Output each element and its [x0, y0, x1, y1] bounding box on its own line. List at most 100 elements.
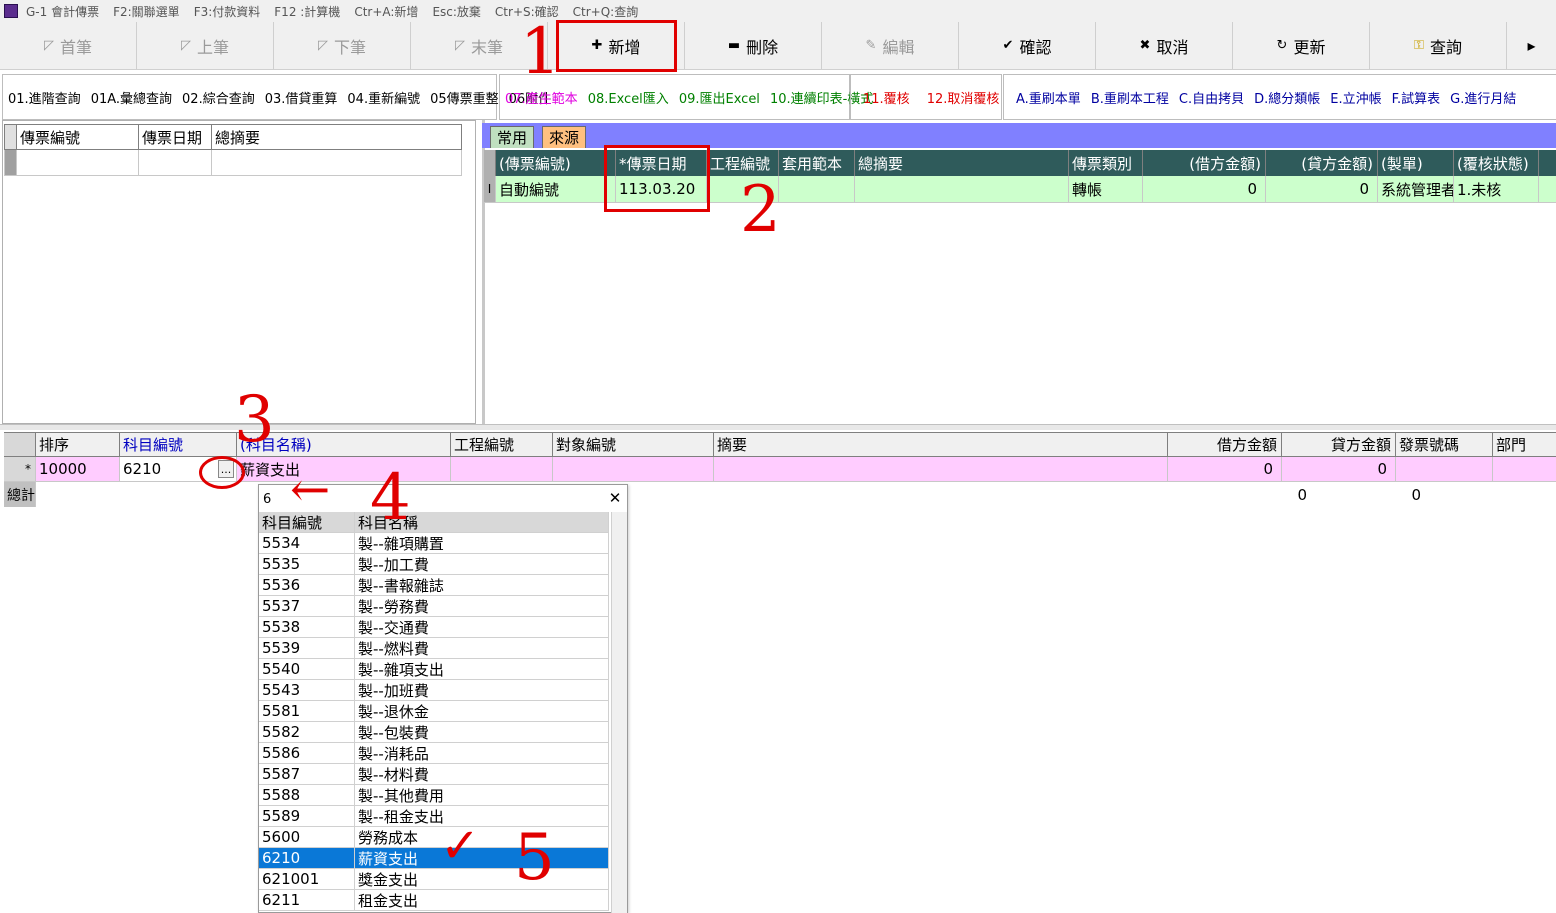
annotation-check: ✓ — [440, 818, 481, 874]
func-renumber[interactable]: 04.重新編號 — [347, 88, 420, 107]
func-month-close[interactable]: G.進行月結 — [1450, 88, 1516, 107]
account-list-item[interactable]: 5543 製--加班費 — [259, 680, 609, 701]
tab-source[interactable]: 來源 — [542, 126, 587, 148]
col-maker-h[interactable]: (製單) — [1378, 150, 1454, 176]
delete-button[interactable]: ▬ 刪除 — [685, 22, 822, 69]
cell-voucher-no[interactable]: 自動編號 — [496, 176, 616, 202]
first-record-button[interactable]: ◸ 首筆 — [0, 22, 137, 69]
annotation-circle-ellipsis — [199, 456, 245, 489]
func-summary-query[interactable]: 01A.彙總查詢 — [91, 88, 172, 107]
cancel-button[interactable]: ✖ 取消 — [1096, 22, 1233, 69]
account-list-item[interactable]: 5586 製--消耗品 — [259, 743, 609, 764]
account-list-item[interactable]: 621001 獎金支出 — [259, 869, 609, 890]
col-status-h[interactable]: (覆核狀態) — [1454, 150, 1539, 176]
col-type-h[interactable]: 傳票類別 — [1069, 150, 1143, 176]
func-trial-balance[interactable]: F.試算表 — [1392, 88, 1441, 107]
func-generate-template[interactable]: 07.產生範本 — [505, 88, 578, 107]
account-no-input[interactable]: 6210 — [123, 460, 161, 478]
func-offset[interactable]: E.立沖帳 — [1330, 88, 1381, 107]
account-list-item[interactable]: 5587 製--材料費 — [259, 764, 609, 785]
account-list-item-name: 製--雜項購置 — [355, 533, 609, 553]
func-refresh-doc[interactable]: A.重刷本單 — [1016, 88, 1081, 107]
edit-button[interactable]: ✎ 編輯 — [822, 22, 959, 69]
func-recalc[interactable]: 03.借貸重算 — [265, 88, 338, 107]
func-excel-import[interactable]: 08.Excel匯入 — [588, 88, 669, 107]
account-list-item[interactable]: 6211 租金支出 — [259, 890, 609, 911]
hint-esc: Esc:放棄 — [432, 4, 481, 19]
prev-record-button[interactable]: ◸ 上筆 — [137, 22, 274, 69]
cell-template[interactable] — [779, 176, 855, 202]
account-list-item[interactable]: 5581 製--退休金 — [259, 701, 609, 722]
col-voucher-date[interactable]: 傳票日期 — [139, 125, 212, 149]
cell-maker[interactable]: 系統管理者 — [1378, 176, 1454, 202]
x-icon: ✖ — [1139, 38, 1151, 53]
cell-credit[interactable]: 0 — [1266, 176, 1378, 202]
col-template-h[interactable]: 套用範本 — [779, 150, 855, 176]
cell-status[interactable]: 1.未核 — [1454, 176, 1539, 202]
func-general-ledger[interactable]: D.總分類帳 — [1254, 88, 1320, 107]
account-list-item[interactable]: 5589 製--租金支出 — [259, 806, 609, 827]
func-free-copy[interactable]: C.自由拷貝 — [1179, 88, 1244, 107]
func-reorganize[interactable]: 05傳票重整 — [430, 88, 499, 107]
tab-common[interactable]: 常用 — [490, 126, 535, 148]
cell-debit[interactable]: 0 — [1143, 176, 1266, 202]
col-debit-h[interactable]: (借方金額) — [1143, 150, 1266, 176]
col-project[interactable]: 工程編號 — [451, 433, 553, 456]
minus-icon: ▬ — [727, 38, 741, 53]
account-list-item-name: 獎金支出 — [355, 869, 609, 889]
account-list-scrollbar[interactable] — [611, 512, 627, 913]
account-list-item[interactable]: 5539 製--燃料費 — [259, 638, 609, 659]
account-list-item[interactable]: 5534 製--雜項購置 — [259, 533, 609, 554]
col-voucher-no[interactable]: 傳票編號 — [17, 125, 139, 149]
col-seq[interactable]: 排序 — [36, 433, 120, 456]
account-list-item[interactable]: 5535 製--加工費 — [259, 554, 609, 575]
check-icon: ✔ — [1002, 38, 1014, 53]
account-list: 科目編號 科目名稱 5534 製--雜項購置 5535 製--加工費 5536 製--書報… — [259, 512, 611, 913]
cell-detail-debit[interactable]: 0 — [1168, 457, 1282, 481]
col-account-no[interactable]: 科目編號 — [120, 433, 237, 456]
function-bar: 01.進階查詢 01A.彙總查詢 02.綜合查詢 03.借貸重算 04.重新編號… — [0, 74, 1556, 120]
func-advanced-query[interactable]: 01.進階查詢 — [8, 88, 81, 107]
account-list-item[interactable]: 6210 薪資支出 — [259, 848, 609, 869]
account-list-item-no: 621001 — [259, 869, 355, 889]
col-debit[interactable]: 借方金額 — [1168, 433, 1282, 456]
col-summary[interactable]: 總摘要 — [212, 125, 461, 149]
col-voucher-no-h[interactable]: (傳票編號) — [496, 150, 616, 176]
col-memo[interactable]: 摘要 — [714, 433, 1168, 456]
account-list-item[interactable]: 5537 製--勞務費 — [259, 596, 609, 617]
account-list-item[interactable]: 5536 製--書報雜誌 — [259, 575, 609, 596]
func-refresh-project[interactable]: B.重刷本工程 — [1091, 88, 1169, 107]
account-list-item-name: 製--租金支出 — [355, 806, 609, 826]
col-summary-h[interactable]: 總摘要 — [855, 150, 1069, 176]
cell-summary[interactable] — [855, 176, 1069, 202]
func-cancel-review[interactable]: 12.取消覆核 — [927, 88, 1000, 107]
col-credit[interactable]: 貸方金額 — [1282, 433, 1396, 456]
func-combined-query[interactable]: 02.綜合查詢 — [182, 88, 255, 107]
cell-seq[interactable]: 10000 — [36, 457, 120, 481]
account-list-item[interactable]: 5538 製--交通費 — [259, 617, 609, 638]
col-department[interactable]: 部門 — [1493, 433, 1556, 456]
account-list-item[interactable]: 5588 製--其他費用 — [259, 785, 609, 806]
account-list-item[interactable]: 5540 製--雜項支出 — [259, 659, 609, 680]
cell-account-name[interactable]: 薪資支出 — [237, 457, 451, 481]
confirm-button[interactable]: ✔ 確認 — [959, 22, 1096, 69]
cell-detail-credit[interactable]: 0 — [1282, 457, 1396, 481]
func-excel-export[interactable]: 09.匯出Excel — [679, 88, 760, 107]
account-list-item-no: 5588 — [259, 785, 355, 805]
query-button[interactable]: ⚿ 查詢 — [1370, 22, 1507, 69]
next-record-button[interactable]: ◸ 下筆 — [274, 22, 411, 69]
close-icon[interactable]: ✕ — [603, 487, 627, 509]
window-title: G-1 會計傳票 — [26, 4, 100, 19]
refresh-button[interactable]: ↻ 更新 — [1233, 22, 1370, 69]
account-list-item[interactable]: 5582 製--包裝費 — [259, 722, 609, 743]
col-credit-h[interactable]: (貸方金額) — [1266, 150, 1378, 176]
function-group-review: 11.覆核 12.取消覆核 — [850, 74, 1002, 120]
cell-type[interactable]: 轉帳 — [1069, 176, 1143, 202]
account-list-item-name: 租金支出 — [355, 890, 609, 910]
func-review[interactable]: 11.覆核 — [863, 88, 910, 107]
more-button[interactable]: ▸ — [1507, 22, 1556, 69]
col-invoice[interactable]: 發票號碼 — [1396, 433, 1493, 456]
account-list-item[interactable]: 5600 勞務成本 — [259, 827, 609, 848]
col-target[interactable]: 對象編號 — [553, 433, 714, 456]
voucher-list-row[interactable] — [4, 150, 462, 176]
